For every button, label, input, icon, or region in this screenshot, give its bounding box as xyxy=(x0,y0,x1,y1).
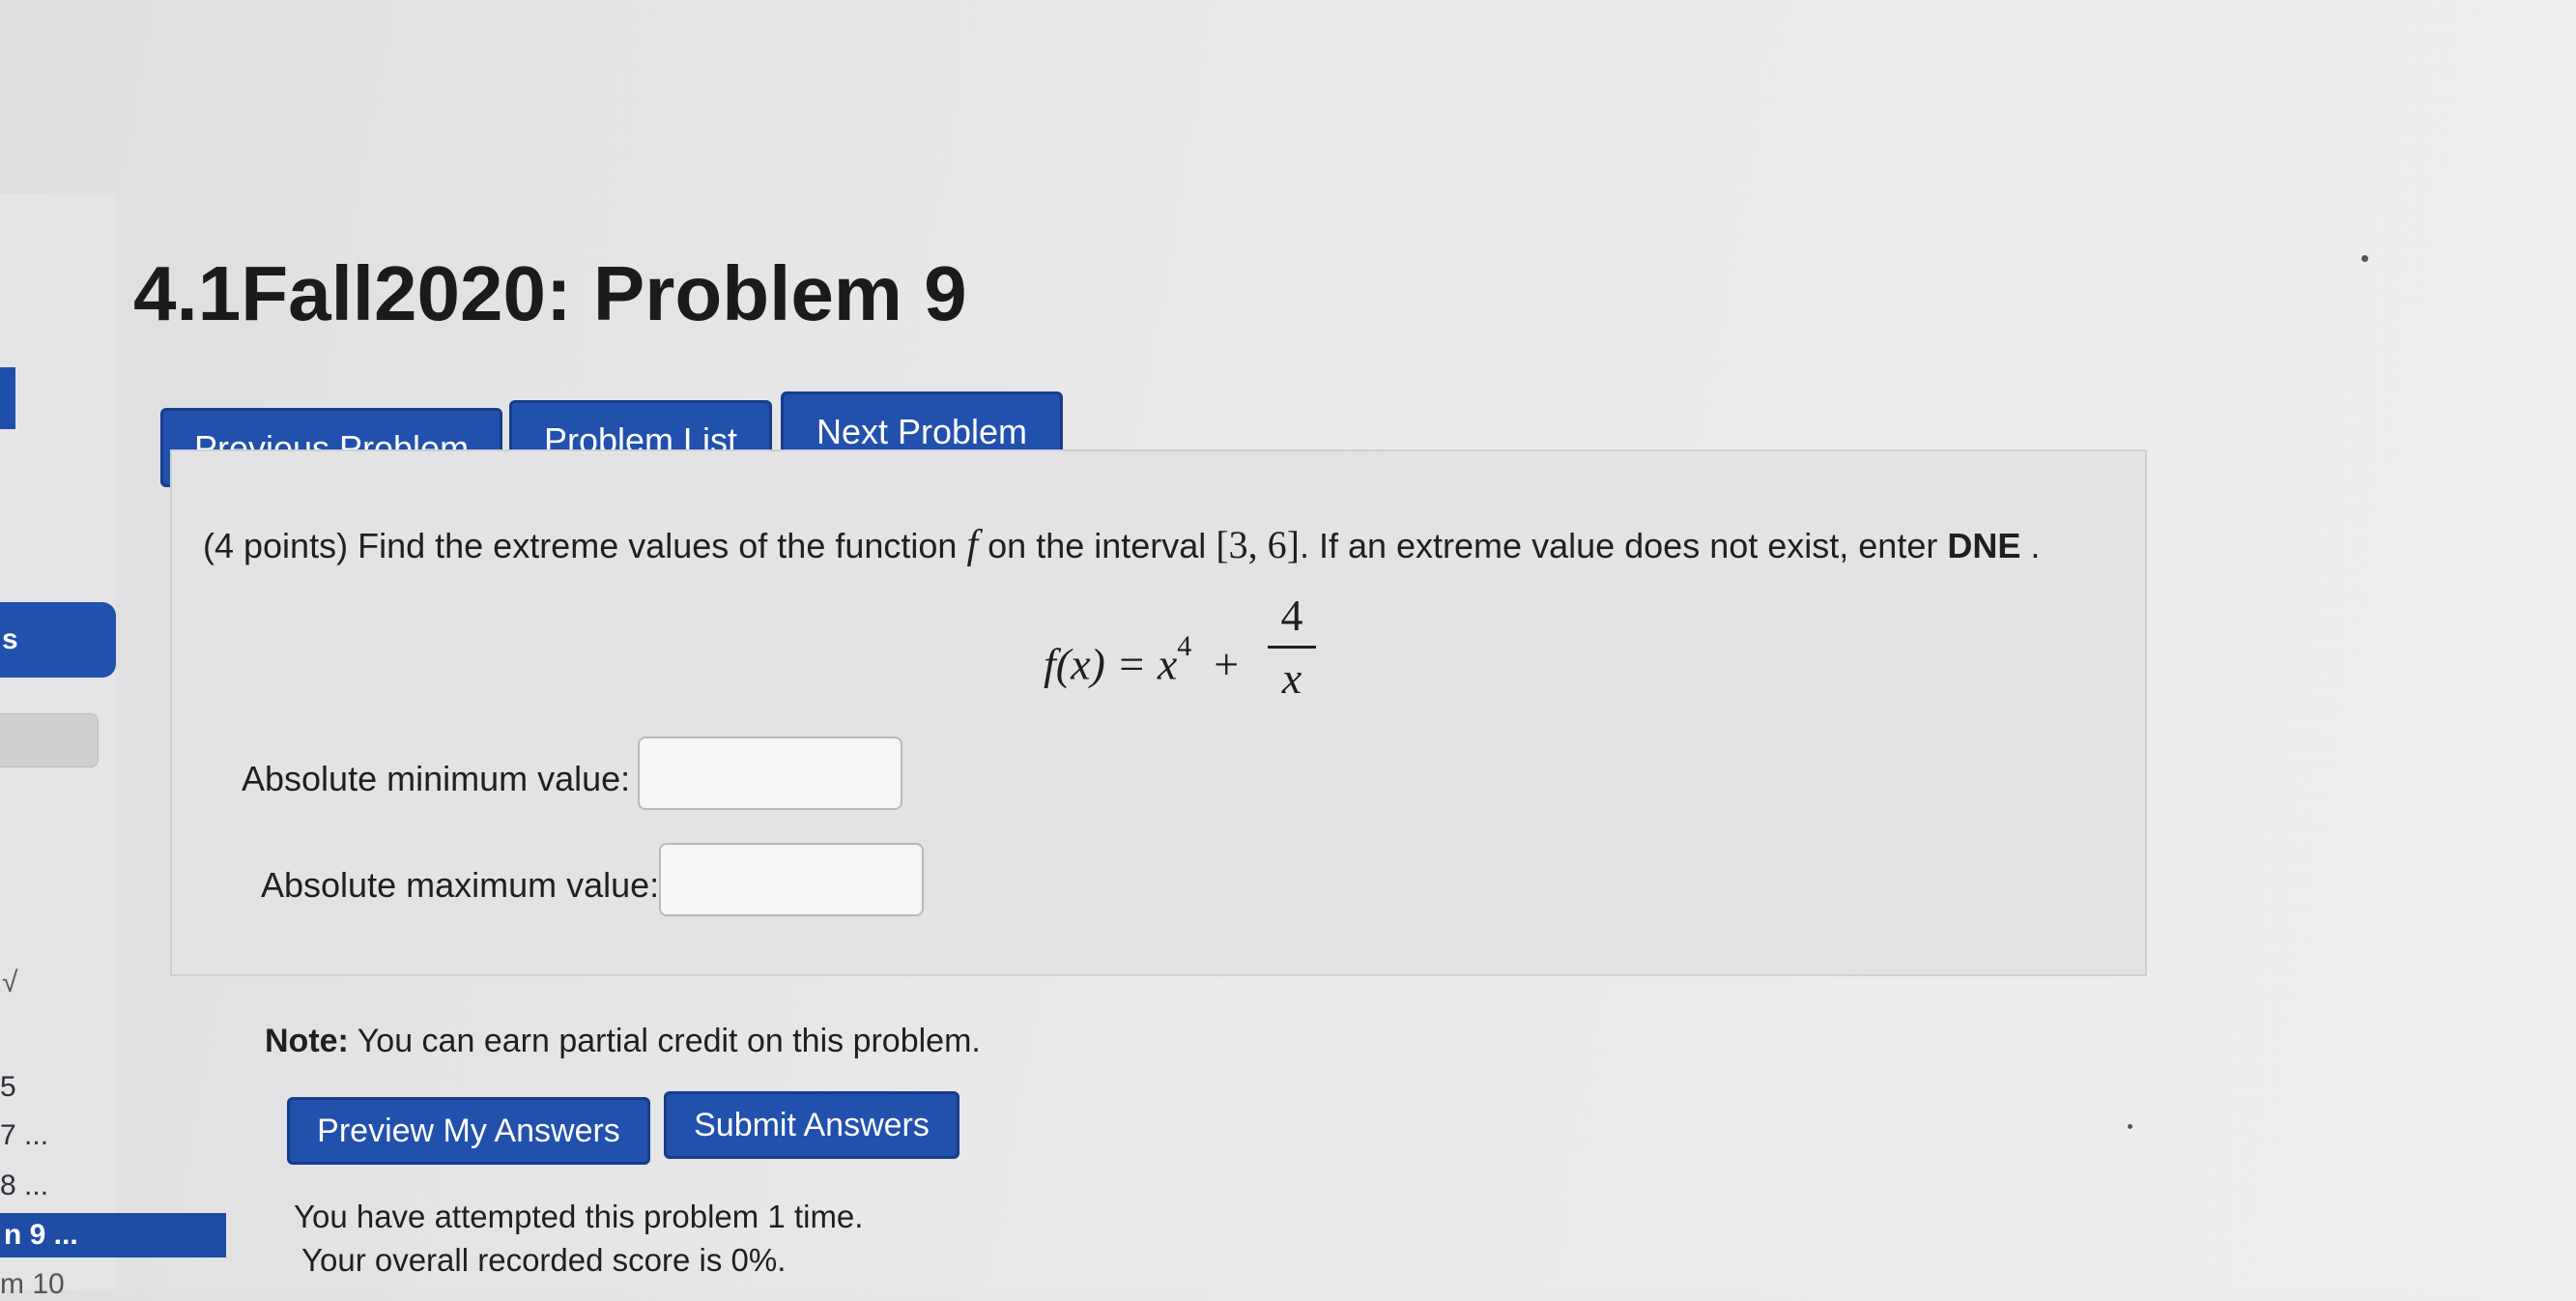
submit-answers-button[interactable]: Submit Answers xyxy=(664,1091,959,1159)
sidebar-item-grey[interactable] xyxy=(0,713,99,767)
equation-left: f(x) = x4 + xyxy=(1044,630,1240,689)
page-title: 4.1Fall2020: Problem 9 xyxy=(133,250,967,336)
sidebar-item-8[interactable]: 8 ... xyxy=(0,1170,48,1202)
prompt-text-c: . If an extreme value does not exist, en… xyxy=(1299,526,1938,565)
note-label: Note: xyxy=(265,1023,349,1059)
problem-points: (4 points) xyxy=(203,526,349,565)
back-chevron-icon[interactable] xyxy=(0,15,34,94)
prompt-text-a: Find the extreme values of the function xyxy=(358,526,958,565)
fraction-numerator: 4 xyxy=(1280,591,1303,640)
min-value-label: Absolute minimum value: xyxy=(242,759,631,798)
prompt-text-b: on the interval xyxy=(987,526,1207,565)
sidebar-item-7[interactable]: 7 ... xyxy=(0,1119,48,1152)
score-status: Your overall recorded score is 0%. xyxy=(301,1242,787,1278)
preview-answers-button[interactable]: Preview My Answers xyxy=(287,1097,650,1165)
attempts-status: You have attempted this problem 1 time. xyxy=(294,1199,864,1234)
max-value-input[interactable] xyxy=(659,843,924,916)
sidebar-item-partial: 5 xyxy=(0,1071,16,1103)
sidebar-item-pill[interactable]: s xyxy=(0,602,116,678)
check-icon: √ xyxy=(2,967,18,998)
max-value-label: Absolute maximum value: xyxy=(261,865,660,905)
screen-speck xyxy=(2361,255,2368,262)
dne-keyword: DNE xyxy=(1947,526,2021,565)
sidebar-item-9-active[interactable]: n 9 ... xyxy=(0,1213,226,1258)
prompt-end: . xyxy=(2030,526,2041,565)
partial-credit-note: Note: You can earn partial credit on thi… xyxy=(265,1023,981,1060)
sidebar-item-10[interactable]: m 10 xyxy=(0,1268,65,1301)
equation-exponent: 4 xyxy=(1177,630,1192,662)
interval: [3, 6] xyxy=(1216,523,1300,566)
fraction-bar xyxy=(1268,646,1316,649)
function-name: f xyxy=(966,523,979,567)
min-value-input[interactable] xyxy=(638,737,902,810)
fraction-denominator: x xyxy=(1281,653,1302,703)
equation-plus: + xyxy=(1214,639,1240,689)
problem-prompt: (4 points) Find the extreme values of th… xyxy=(203,522,2040,568)
sidebar-item-9-label: n 9 ... xyxy=(4,1219,78,1251)
sidebar-accent xyxy=(0,367,15,429)
note-text: You can earn partial credit on this prob… xyxy=(357,1023,981,1059)
equation-fraction: 4 x xyxy=(1268,590,1316,705)
screen-speck xyxy=(2128,1124,2132,1129)
sidebar-pill-label: s xyxy=(2,623,18,655)
